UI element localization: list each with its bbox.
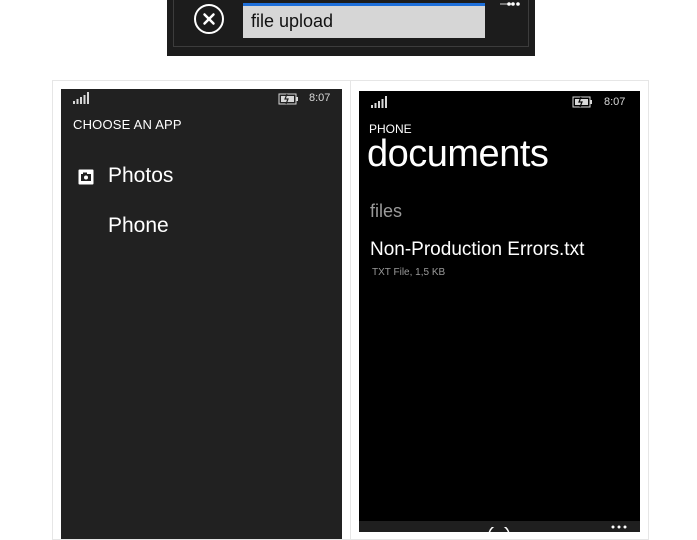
file-item-meta: TXT File, 1,5 KB	[372, 267, 446, 278]
status-bar: 8:07	[359, 91, 640, 111]
file-upload-bar: file upload	[167, 0, 535, 56]
battery-charging-icon	[278, 93, 298, 105]
more-dots-icon[interactable]	[611, 525, 627, 529]
close-button[interactable]	[194, 4, 224, 34]
status-time: 8:07	[604, 96, 626, 108]
app-bar	[359, 521, 640, 532]
signal-strength-icon	[73, 92, 89, 104]
page-title: documents	[367, 133, 549, 175]
status-bar: 8:07	[61, 89, 342, 109]
close-icon	[203, 13, 215, 25]
app-item-photos[interactable]: Photos	[108, 164, 173, 188]
section-header-files: files	[370, 201, 403, 221]
status-time: 8:07	[309, 92, 331, 104]
phone-documents-screen: 8:07 PHONE documents files Non-Productio…	[359, 91, 640, 532]
file-item-name[interactable]: Non-Production Errors.txt	[370, 239, 584, 261]
signal-strength-icon	[371, 96, 387, 108]
page-title: CHOOSE AN APP	[73, 117, 182, 132]
more-dots-icon[interactable]	[500, 0, 522, 10]
photos-icon	[78, 169, 94, 185]
app-bar-round-button-icon[interactable]	[487, 527, 511, 532]
file-upload-field[interactable]: file upload	[243, 3, 485, 38]
choose-app-screen: 8:07 CHOOSE AN APP Photos Phone	[61, 89, 342, 539]
app-item-phone[interactable]: Phone	[108, 214, 169, 238]
battery-charging-icon	[572, 96, 592, 108]
file-upload-frame: file upload	[173, 0, 529, 47]
